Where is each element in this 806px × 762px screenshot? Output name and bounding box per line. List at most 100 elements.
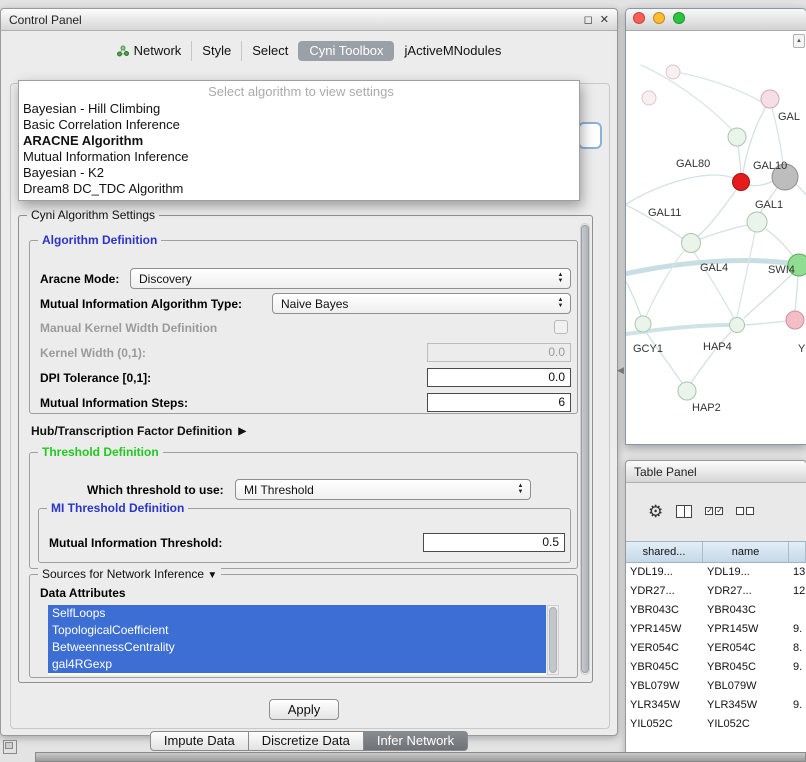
minimize-button[interactable] — [653, 12, 665, 24]
dropdown-item[interactable]: Mutual Information Inference — [19, 149, 579, 165]
node-gal1[interactable] — [747, 212, 767, 232]
network-edge[interactable] — [738, 146, 741, 173]
table-row[interactable]: YBR045CYBR045C9. — [626, 658, 806, 677]
sources-toggle[interactable]: Sources for Network Inference ▼ — [38, 567, 221, 581]
bottom-tab-impute-data[interactable]: Impute Data — [150, 731, 249, 751]
node-gal80[interactable] — [728, 128, 746, 146]
node-label: GAL4 — [700, 262, 728, 274]
table-cell: 9. — [789, 658, 806, 677]
mi-threshold-title: MI Threshold Definition — [47, 501, 188, 515]
splitter-collapse-icon[interactable]: ◀ — [617, 365, 624, 376]
column-header[interactable]: shared... — [626, 542, 703, 562]
table-row[interactable]: YER054CYER054C8. — [626, 639, 806, 658]
tab-network[interactable]: Network — [107, 41, 192, 61]
node-gal[interactable] — [761, 90, 779, 108]
settings-scrollbar[interactable] — [580, 223, 590, 675]
dropdown-item[interactable]: ARACNE Algorithm — [19, 133, 579, 149]
dropdown-item[interactable]: Bayesian - K2 — [19, 165, 579, 181]
network-edge[interactable] — [766, 229, 793, 256]
network-edge[interactable] — [745, 321, 786, 325]
data-attributes-list[interactable]: SelfLoopsTopologicalCoefficientBetweenne… — [48, 605, 546, 675]
table-row[interactable]: YDL19...YDL19...13 — [626, 563, 806, 582]
mi-type-select[interactable]: Naive Bayes ▲▼ — [272, 293, 571, 314]
node-label: HAP4 — [703, 341, 732, 353]
node-gcy1[interactable] — [635, 316, 651, 332]
scroll-up-button[interactable]: ▲ — [793, 34, 805, 48]
table-row[interactable]: YIL052CYIL052C — [626, 715, 806, 734]
network-node[interactable] — [786, 311, 804, 329]
network-canvas[interactable]: GALGAL80GAL10GAL11GAL1SWI4GAL4GCY1HAP4HA… — [626, 32, 806, 444]
network-edge[interactable] — [626, 175, 733, 208]
table-row[interactable]: YBL079WYBL079W — [626, 677, 806, 696]
node-gal4[interactable] — [682, 234, 701, 253]
bottom-tab-discretize-data[interactable]: Discretize Data — [249, 731, 364, 751]
aracne-mode-select[interactable]: Discovery ▲▼ — [130, 268, 571, 289]
mi-type-label: Mutual Information Algorithm Type: — [40, 297, 242, 311]
network-icon — [117, 45, 129, 57]
close-button[interactable] — [633, 12, 645, 24]
bottom-tab-infer-network[interactable]: Infer Network — [364, 731, 468, 751]
table-panel-titlebar[interactable]: Table Panel — [626, 461, 806, 483]
table-row[interactable]: YLR345WYLR345W9. — [626, 696, 806, 715]
tab-cyni-toolbox[interactable]: Cyni Toolbox — [298, 41, 393, 61]
network-edge[interactable] — [795, 276, 798, 311]
network-node[interactable] — [642, 91, 656, 105]
tab-select[interactable]: Select — [241, 41, 298, 61]
table-row[interactable]: YDR27...YDR27...12 — [626, 582, 806, 601]
zoom-button[interactable] — [673, 12, 685, 24]
manual-kernel-checkbox[interactable] — [554, 320, 568, 334]
attributes-scrollbar[interactable] — [547, 605, 559, 675]
control-panel-titlebar[interactable]: Control Panel ◻ ✕ — [1, 9, 617, 31]
table-cell: YDL19... — [626, 563, 703, 582]
table-row[interactable]: YBR043CYBR043C — [626, 601, 806, 620]
dpi-tolerance-field[interactable]: 0.0 — [427, 368, 571, 387]
attribute-item[interactable]: BetweennessCentrality — [48, 639, 546, 656]
network-edge[interactable] — [681, 73, 762, 102]
table-cell — [789, 715, 806, 734]
node-hap2[interactable] — [678, 382, 696, 400]
attribute-item[interactable]: TopologicalCoefficient — [48, 622, 546, 639]
network-edge[interactable] — [796, 184, 806, 202]
mi-steps-field[interactable]: 6 — [427, 393, 571, 412]
dropdown-item[interactable]: Bayesian - Hill Climbing — [19, 101, 579, 117]
algorithm-select-fragment[interactable] — [578, 122, 602, 149]
network-edge[interactable] — [737, 232, 755, 317]
network-edge[interactable] — [691, 332, 731, 383]
tab-jactivemnodules[interactable]: jActiveMNodules — [394, 41, 512, 61]
table-cell: 13 — [789, 563, 806, 582]
attribute-item[interactable]: gal4RGexp — [48, 656, 546, 673]
network-edge[interactable] — [646, 251, 684, 316]
network-edge[interactable] — [749, 181, 773, 186]
attribute-item[interactable]: SelfLoops — [48, 605, 546, 622]
close-window-icon[interactable]: ✕ — [600, 13, 609, 26]
network-edge[interactable] — [646, 332, 682, 383]
mi-threshold-field[interactable]: 0.5 — [423, 533, 565, 552]
node-gal10[interactable] — [733, 174, 750, 191]
column-header[interactable]: name — [703, 542, 789, 562]
deselect-all-icon[interactable] — [736, 507, 754, 515]
table-row[interactable]: YPR145WYPR145W9. — [626, 620, 806, 639]
tab-style[interactable]: Style — [191, 41, 241, 61]
table-cell: YBL079W — [703, 677, 789, 696]
column-header[interactable] — [789, 542, 806, 562]
network-window-titlebar[interactable] — [626, 9, 806, 31]
window-title: Control Panel — [9, 13, 577, 27]
algorithm-dropdown[interactable]: Select algorithm to view settingsBayesia… — [18, 80, 580, 201]
kernel-width-field[interactable]: 0.0 — [427, 343, 571, 362]
dropdown-item[interactable]: Basic Correlation Inference — [19, 117, 579, 133]
float-window-icon[interactable]: ◻ — [584, 13, 593, 26]
hub-definition-toggle[interactable]: Hub/Transcription Factor Definition ▶ — [31, 424, 246, 438]
table-cell: 8. — [789, 639, 806, 658]
network-edge[interactable] — [744, 274, 792, 318]
table-cell: YER054C — [703, 639, 789, 658]
network-edge[interactable] — [626, 275, 641, 316]
network-node[interactable] — [666, 65, 680, 79]
columns-icon[interactable] — [676, 505, 692, 518]
apply-button[interactable]: Apply — [269, 699, 339, 720]
select-all-icon[interactable] — [705, 507, 723, 515]
gear-icon[interactable]: ⚙ — [648, 503, 663, 520]
dropdown-item[interactable]: Dream8 DC_TDC Algorithm — [19, 181, 579, 197]
node-label: GCY1 — [633, 343, 663, 355]
node-hap4[interactable] — [730, 318, 745, 333]
which-threshold-select[interactable]: MI Threshold ▲▼ — [235, 479, 531, 500]
